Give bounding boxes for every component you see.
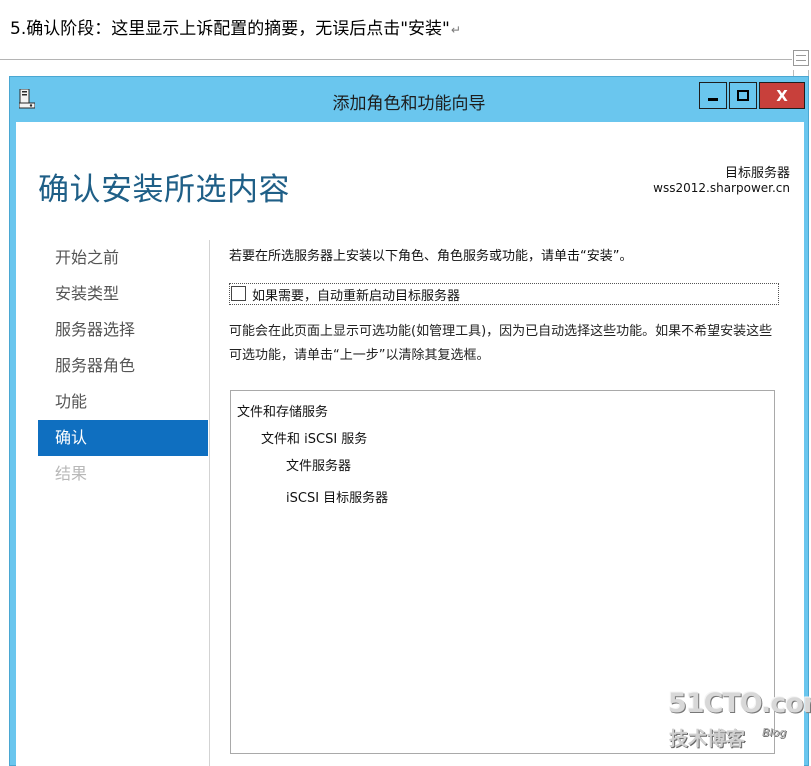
- summary-item-file-storage-services: 文件和存储服务: [237, 405, 329, 420]
- maximize-icon: [737, 90, 749, 101]
- nav-item-results: 结果: [55, 464, 88, 483]
- restart-checkbox[interactable]: [231, 286, 246, 301]
- intro-text: 若要在所选服务器上安装以下角色、角色服务或功能，请单击“安装”。: [229, 249, 633, 264]
- site-watermark: 51CTO.com 技术博客 Blog: [668, 688, 811, 750]
- wizard-window: 添加角色和功能向导 X 确认安装所选内容 目标服务器 wss2012.sharp…: [9, 76, 809, 766]
- nav-item-server-roles[interactable]: 服务器角色: [38, 348, 208, 384]
- document-heading-text: 5.确认阶段：这里显示上诉配置的摘要，无误后点击"安装": [10, 19, 450, 39]
- target-server-label: 目标服务器: [724, 166, 790, 181]
- wizard-client-area: 确认安装所选内容 目标服务器 wss2012.sharpower.cn 开始之前…: [16, 122, 804, 766]
- nav-item-confirmation[interactable]: 确认: [38, 420, 208, 456]
- window-titlebar[interactable]: 添加角色和功能向导 X: [10, 77, 808, 122]
- minimize-icon: [708, 98, 718, 101]
- window-title: 添加角色和功能向导: [332, 94, 486, 114]
- page-title: 确认安装所选内容: [38, 172, 290, 208]
- summary-item-file-server: 文件服务器: [286, 459, 352, 474]
- paragraph-return-mark: ↵: [450, 23, 461, 37]
- watermark-blog: Blog: [762, 726, 787, 739]
- maximize-button[interactable]: [729, 82, 757, 109]
- close-icon: X: [776, 86, 788, 105]
- nav-item-before-you-begin[interactable]: 开始之前: [38, 240, 208, 276]
- restart-option[interactable]: 如果需要，自动重新启动目标服务器: [229, 283, 779, 305]
- target-server-name: wss2012.sharpower.cn: [653, 181, 790, 195]
- document-anchor-icon: [793, 50, 809, 66]
- nav-item-server-selection[interactable]: 服务器选择: [38, 312, 208, 348]
- wizard-step-nav: 开始之前 安装类型 服务器选择 服务器角色 功能 确认 结果: [38, 240, 208, 492]
- nav-item-features[interactable]: 功能: [38, 384, 208, 420]
- close-button[interactable]: X: [759, 82, 805, 109]
- summary-item-iscsi-target-server: iSCSI 目标服务器: [286, 491, 389, 506]
- confirmation-panel: 若要在所选服务器上安装以下角色、角色服务或功能，请单击“安装”。 如果需要，自动…: [229, 240, 792, 754]
- document-divider: [0, 59, 792, 60]
- watermark-subtitle: 技术博客: [669, 728, 746, 750]
- optional-features-note: 可能会在此页面上显示可选功能(如管理工具)，因为已自动选择这些功能。如果不希望安…: [229, 324, 773, 363]
- watermark-logo: 51CTO.com: [668, 688, 811, 719]
- restart-checkbox-label[interactable]: 如果需要，自动重新启动目标服务器: [252, 285, 460, 304]
- nav-item-installation-type[interactable]: 安装类型: [38, 276, 208, 312]
- nav-divider: [209, 240, 210, 766]
- minimize-button[interactable]: [699, 82, 727, 109]
- summary-item-file-iscsi-services: 文件和 iSCSI 服务: [261, 432, 368, 447]
- document-heading: 5.确认阶段：这里显示上诉配置的摘要，无误后点击"安装"↵: [10, 14, 461, 39]
